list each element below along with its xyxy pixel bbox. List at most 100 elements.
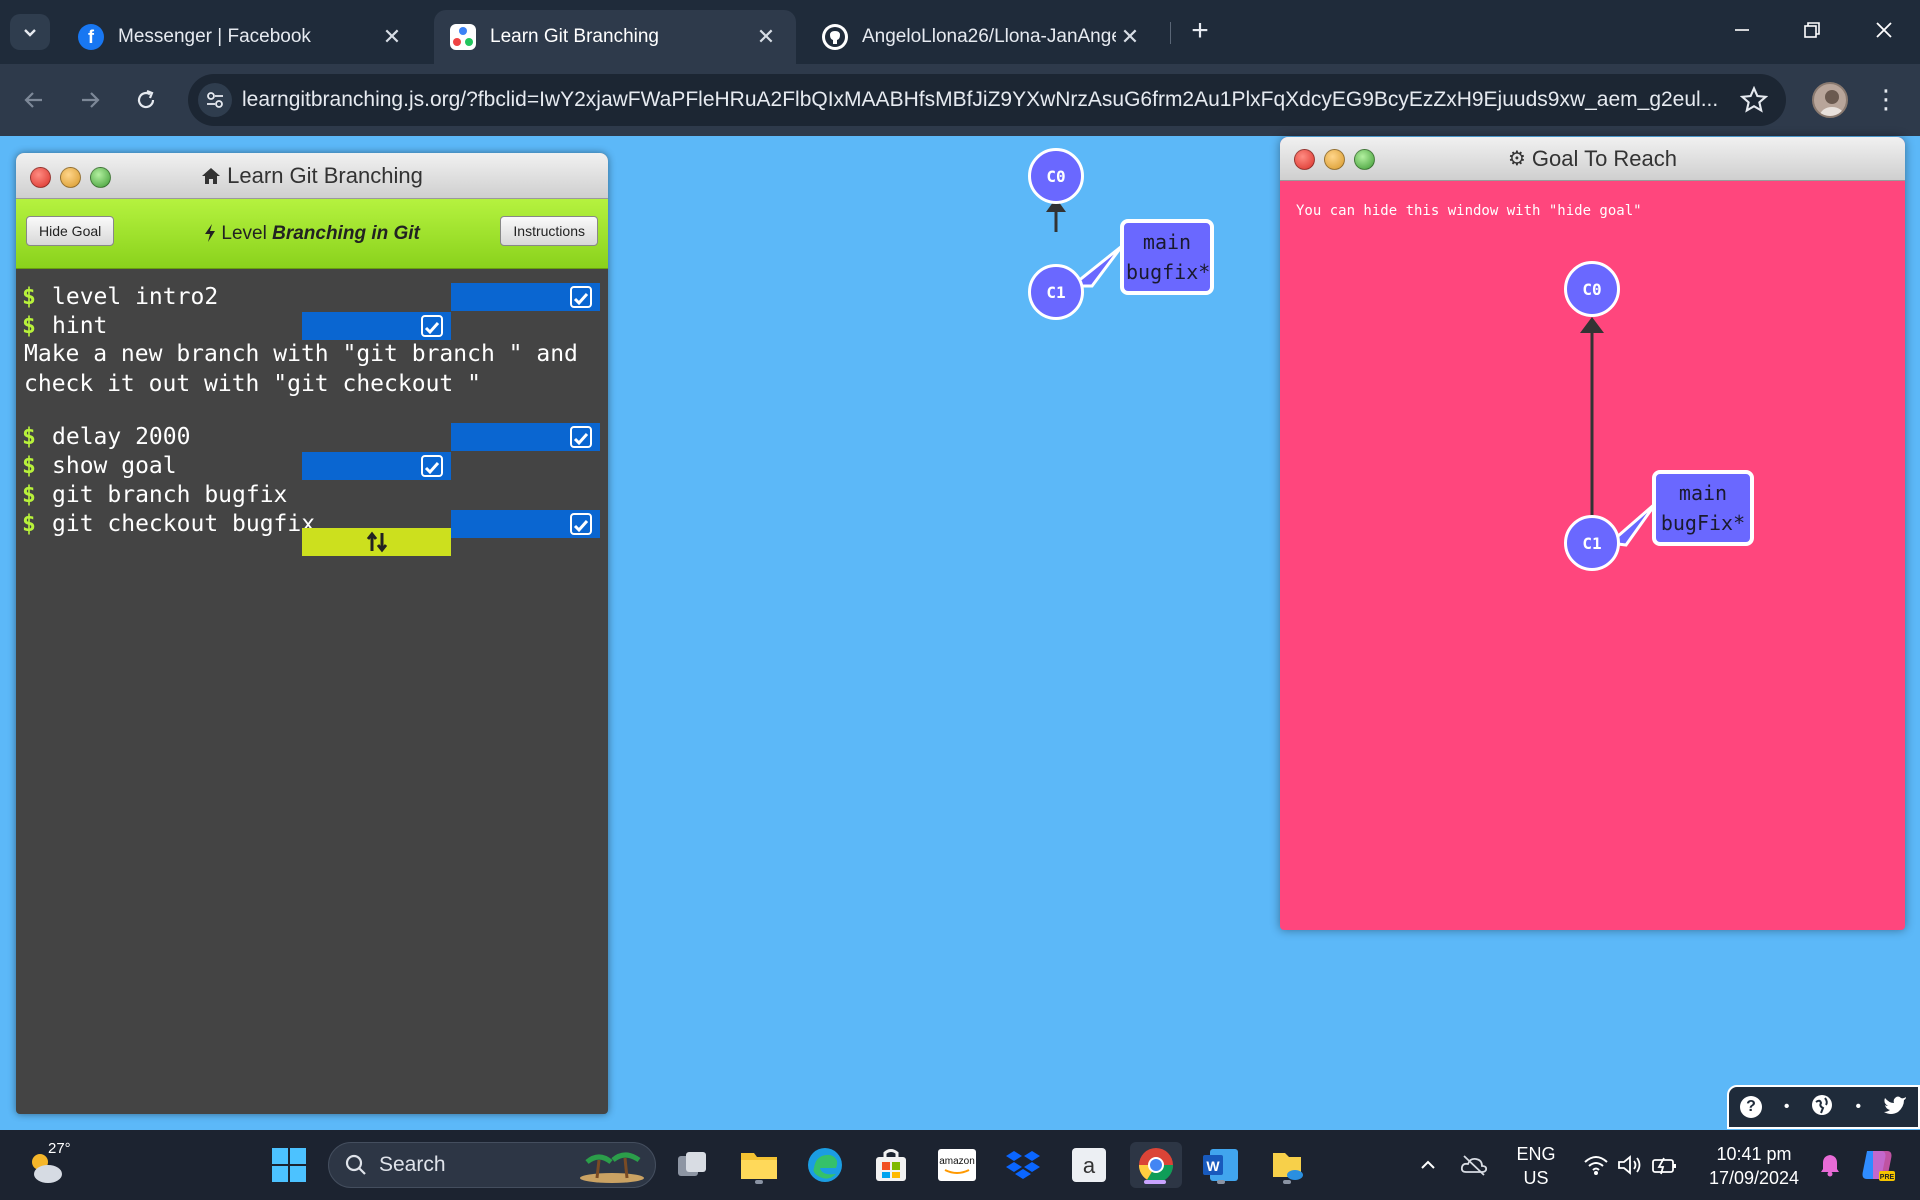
minimize-button[interactable] [1712,8,1772,52]
status-done [302,312,451,340]
files-cloud-icon [1273,1153,1303,1180]
reload-button[interactable] [128,82,164,118]
lightning-icon [205,223,216,242]
clock-time: 10:41 pm [1716,1144,1792,1164]
microsoft-store-button[interactable] [868,1142,914,1188]
region-code: US [1523,1168,1549,1188]
edge-icon [808,1148,842,1182]
tab-learn-git-branching[interactable]: Learn Git Branching ✕ [434,10,796,64]
instructions-button[interactable]: Instructions [500,216,598,246]
close-icon [1876,22,1892,38]
new-tab-button[interactable]: + [1182,14,1218,50]
onedrive-button[interactable] [1454,1142,1494,1188]
command-text: delay 2000 [52,424,191,450]
task-view-button[interactable] [670,1142,716,1188]
running-indicator [755,1180,763,1184]
minimize-icon [1735,29,1749,31]
edge-button[interactable] [802,1142,848,1188]
weather-temperature: 27° [48,1140,71,1157]
close-icon[interactable]: ✕ [1116,24,1144,50]
bookmark-star-icon[interactable] [1740,86,1768,114]
branch-label-main[interactable]: main bugfix* [1120,219,1214,295]
tab-separator [1170,22,1171,44]
learngitbranching-icon [450,24,476,50]
language-indicator[interactable]: ENG US [1506,1142,1566,1190]
back-button[interactable] [16,82,52,118]
folder-icon [741,1153,777,1179]
hint-text: Make a new branch with "git branch " and… [24,341,578,397]
copilot-icon: PRE [1862,1151,1895,1181]
terminal-title-bar[interactable]: Learn Git Branching [16,153,608,199]
start-button[interactable] [266,1142,312,1188]
branch-name: bugFix* [1660,511,1746,535]
prompt-symbol: $ [22,313,36,339]
taskbar-search[interactable]: Search [328,1142,656,1188]
checkbox-checked-icon [570,513,592,535]
notifications-button[interactable] [1812,1142,1848,1188]
level-prefix: Level [221,222,267,244]
profile-avatar[interactable] [1812,82,1848,118]
goal-commit-node-c0[interactable]: C0 [1564,261,1620,317]
refresh-arrows-icon [366,531,387,553]
tab-search-button[interactable] [10,14,50,50]
show-hidden-icons-button[interactable] [1408,1142,1448,1188]
windows-taskbar: 27° Search amazon a W ENG US 10:41 pm 17… [0,1130,1920,1200]
files-app-button[interactable] [1264,1142,1310,1188]
browser-toolbar: learngitbranching.js.org/?fbclid=IwY2xja… [0,64,1920,136]
checkbox-checked-icon [421,315,443,337]
question-icon[interactable]: ? [1739,1096,1762,1118]
separator-dot: • [1855,1098,1862,1115]
hide-goal-button[interactable]: Hide Goal [26,216,115,246]
commit-node-c1[interactable]: C1 [1028,264,1084,320]
volume-icon [1618,1155,1641,1175]
quick-settings-button[interactable] [1576,1142,1684,1188]
word-button[interactable]: W [1198,1142,1244,1188]
tab-github[interactable]: AngeloLlona26/Llona-JanAngelo ✕ [806,10,1160,64]
site-info-icon[interactable] [198,83,232,117]
level-title: Level Branching in Git [204,223,420,245]
window-controls [30,167,111,188]
amazon-appstore-icon: a [1072,1148,1106,1182]
search-icon [345,1154,366,1175]
checkbox-checked-icon [421,455,443,477]
prompt-symbol: $ [22,284,36,310]
browser-menu-icon[interactable]: ⋮ [1870,82,1902,118]
close-light-button[interactable] [30,167,51,188]
weather-widget[interactable]: 27° [24,1140,74,1190]
address-bar[interactable]: learngitbranching.js.org/?fbclid=IwY2xja… [188,74,1786,126]
file-explorer-button[interactable] [736,1142,782,1188]
prompt-symbol: $ [22,453,36,479]
prompt-symbol: $ [22,482,36,508]
commit-node-c0[interactable]: C0 [1028,148,1084,204]
goal-branch-label[interactable]: main bugFix* [1652,470,1754,546]
close-icon[interactable]: ✕ [378,24,406,50]
twitter-icon[interactable] [1883,1095,1907,1120]
command-text: show goal [52,453,177,479]
chrome-button[interactable] [1130,1142,1182,1188]
prompt-symbol: $ [22,424,36,450]
status-done [451,423,600,451]
amazon-button[interactable]: amazon [934,1142,980,1188]
checkbox-checked-icon [570,426,592,448]
tab-messenger[interactable]: f Messenger | Facebook ✕ [62,10,422,64]
dropbox-icon [1006,1151,1040,1179]
amazon-appstore-button[interactable]: a [1066,1142,1112,1188]
battery-charging-icon [1652,1157,1676,1175]
restore-icon [1804,22,1820,38]
forward-button[interactable] [72,82,108,118]
github-icon [822,24,848,50]
maximize-light-button[interactable] [90,167,111,188]
close-window-button[interactable] [1854,8,1914,52]
minimize-light-button[interactable] [60,167,81,188]
globe-icon[interactable] [1811,1094,1833,1121]
bell-icon [1821,1155,1839,1177]
url-text[interactable]: learngitbranching.js.org/?fbclid=IwY2xja… [242,88,1722,112]
level-bar: Hide Goal Level Branching in Git Instruc… [16,199,608,269]
restore-button[interactable] [1782,8,1842,52]
clock[interactable]: 10:41 pm 17/09/2024 [1696,1142,1812,1190]
arrow-right-icon [82,92,100,108]
copilot-button[interactable]: PRE [1852,1142,1902,1188]
dropbox-button[interactable] [1000,1142,1046,1188]
close-icon[interactable]: ✕ [752,24,780,50]
goal-commit-node-c1[interactable]: C1 [1564,515,1620,571]
